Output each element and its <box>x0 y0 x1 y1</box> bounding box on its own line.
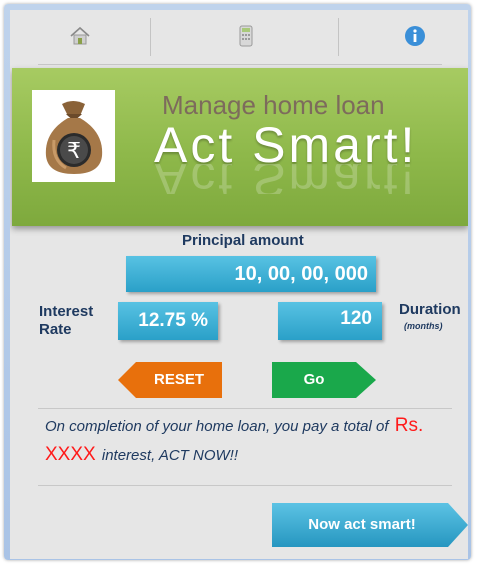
money-bag-rupee-icon: ₹ <box>32 90 115 182</box>
info-icon[interactable] <box>403 24 427 48</box>
duration-field[interactable]: 120 <box>278 302 382 340</box>
duration-unit-label: (months) <box>404 321 443 331</box>
go-button-label: Go <box>303 371 325 388</box>
result-message: On completion of your home loan, you pay… <box>45 412 445 470</box>
reset-button-label: RESET <box>153 371 204 388</box>
interest-label-line2: Rate <box>39 321 72 338</box>
principal-label: Principal amount <box>182 232 304 249</box>
home-icon[interactable] <box>68 24 92 48</box>
now-act-smart-label: Now act smart! <box>308 516 416 533</box>
svg-text:₹: ₹ <box>67 139 81 164</box>
tab-bar <box>10 10 468 64</box>
reset-button[interactable]: RESET <box>118 362 222 398</box>
banner-title-reflection: Act Smart! <box>154 164 418 194</box>
interest-rate-field[interactable]: 12.75 % <box>118 302 218 340</box>
message-text-end: interest, ACT NOW!! <box>101 447 239 464</box>
divider <box>38 408 452 409</box>
divider <box>38 485 452 486</box>
interest-label-line1: Interest <box>39 303 94 320</box>
now-act-smart-button[interactable]: Now act smart! <box>272 503 468 547</box>
go-button[interactable]: Go <box>272 362 376 398</box>
duration-label: Duration <box>399 301 461 318</box>
message-text-start: On completion of your home loan, you pay… <box>45 418 389 435</box>
principal-amount-field[interactable]: 10, 00, 00, 000 <box>126 256 376 292</box>
tab-separator <box>338 18 339 56</box>
interest-rate-label: Interest Rate <box>39 303 93 339</box>
divider <box>38 64 442 65</box>
tab-separator <box>150 18 151 56</box>
app-panel: ₹ Manage home loan Act Smart! Act Smart!… <box>10 10 468 559</box>
banner: ₹ Manage home loan Act Smart! Act Smart! <box>12 68 468 226</box>
calculator-icon[interactable] <box>234 24 258 48</box>
